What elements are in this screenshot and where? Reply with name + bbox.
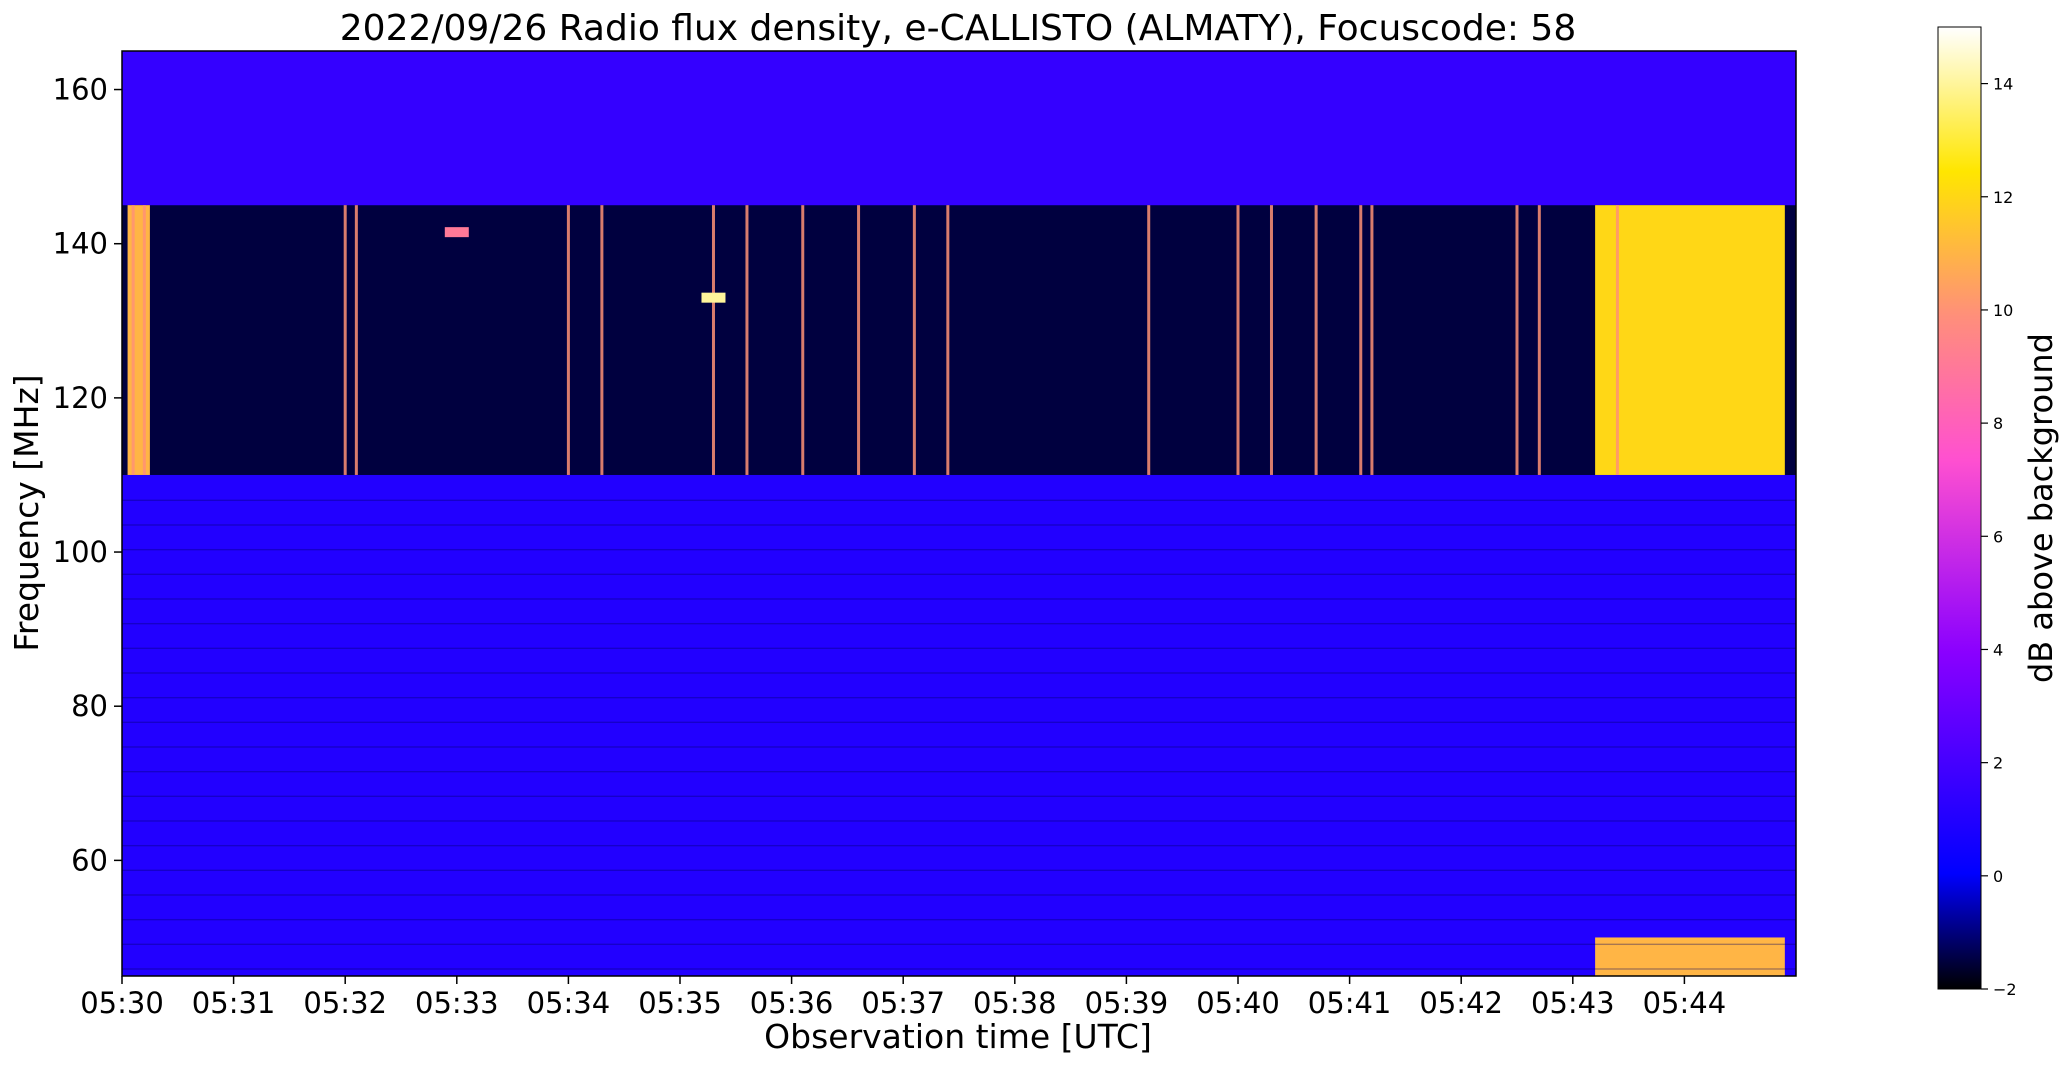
x-tick-label: 05:43 [1531,986,1615,1020]
burst-spike [857,205,861,475]
heatmap-texture-line [122,746,1796,748]
heatmap-texture-line [122,869,1796,872]
burst-spike [1370,205,1374,475]
burst-spike [946,205,950,475]
heatmap-texture-line [122,894,1796,896]
heatmap-texture-line [122,622,1796,625]
heatmap-texture-line [122,548,1796,551]
colorbar: −2 0 2 4 6 8 10 12 14 dB above background [1937,26,2060,999]
heatmap-texture-line [122,672,1796,674]
heatmap-texture-line [122,524,1796,526]
heatmap-texture-line [122,770,1796,773]
burst-spike [1269,205,1273,475]
y-tick-label: 160 [53,73,108,107]
burst-spike [354,205,358,475]
y-tick-label: 100 [53,535,108,569]
heatmap-texture-line [122,647,1796,650]
x-axis: 05:30 05:31 05:32 05:33 05:34 05:35 05:36 05:37… [80,976,1726,1020]
heatmap-texture-line [122,721,1796,724]
chart-title: 2022/09/26 Radio flux density, e-CALLIST… [340,8,1576,49]
x-tick-label: 05:35 [638,986,722,1020]
colorbar-tick-label: 2 [1993,754,2003,773]
burst-spike [1236,205,1240,475]
x-tick-label: 05:37 [861,986,945,1020]
x-tick-label: 05:34 [527,986,611,1020]
x-tick-label: 05:44 [1643,986,1727,1020]
burst-spike [711,205,715,475]
colorbar-tick-label: 0 [1993,867,2003,886]
heatmap-region [127,205,150,475]
burst-spike [1515,205,1519,475]
burst-spike [142,205,146,475]
colorbar-tick-label: 8 [1993,414,2003,433]
burst-spike [745,205,749,475]
burst-spike [1537,205,1541,475]
colorbar-tick-label: 14 [1993,75,2013,94]
x-axis-label: Observation time [UTC] [764,1017,1152,1056]
y-tick-label: 60 [71,843,108,877]
heatmap-region [1595,205,1785,475]
x-tick-label: 05:42 [1419,986,1503,1020]
spectrogram-figure: 2022/09/26 Radio flux density, e-CALLIST… [7,8,2060,1056]
burst-spike [912,205,916,475]
x-tick-label: 05:32 [303,986,387,1020]
burst-spike [1359,205,1363,475]
x-tick-label: 05:30 [80,986,164,1020]
y-tick-label: 140 [53,227,108,261]
burst-spike [801,205,805,475]
x-tick-label: 05:31 [192,986,276,1020]
x-tick-label: 05:41 [1308,986,1392,1020]
y-tick-label: 120 [53,381,108,415]
colorbar-tick-label: −2 [1993,980,2017,999]
colorbar-gradient [1937,26,1982,990]
x-tick-label: 05:38 [973,986,1057,1020]
heatmap-texture-line [122,499,1796,502]
burst-spike [600,205,604,475]
heatmap-texture-line [122,795,1796,798]
burst-spike [131,205,135,475]
heatmap-region [122,51,1796,206]
heatmap-region [1595,937,1785,976]
heatmap-texture-line [122,573,1796,576]
burst-spike [566,205,570,475]
colorbar-label: dB above background [2022,333,2060,683]
heatmap-area [121,50,1797,977]
hot-spot [444,227,469,238]
y-axis: 60 80 100 120 140 160 [53,73,122,877]
burst-spike [343,205,347,475]
heatmap-region [122,205,1796,475]
colorbar-tick-label: 6 [1993,527,2003,546]
heatmap-texture-line [122,968,1796,970]
colorbar-tick-label: 4 [1993,640,2003,659]
heatmap-texture-line [122,598,1796,600]
x-tick-label: 05:40 [1196,986,1280,1020]
hot-spot [701,292,726,303]
heatmap-texture-line [122,696,1796,699]
x-tick-label: 05:36 [750,986,834,1020]
y-axis-label: Frequency [MHz] [7,374,46,651]
x-tick-label: 05:33 [415,986,499,1020]
heatmap-texture-line [122,844,1796,847]
heatmap-texture-line [122,943,1796,946]
heatmap-texture-line [122,820,1796,822]
burst-spike [1147,205,1151,475]
y-tick-label: 80 [71,689,108,723]
heatmap-texture-line [122,918,1796,921]
burst-spike [1314,205,1318,475]
colorbar-tick-label: 10 [1993,301,2013,320]
burst-spike [1615,205,1619,475]
x-tick-label: 05:39 [1085,986,1169,1020]
colorbar-tick-label: 12 [1993,188,2013,207]
